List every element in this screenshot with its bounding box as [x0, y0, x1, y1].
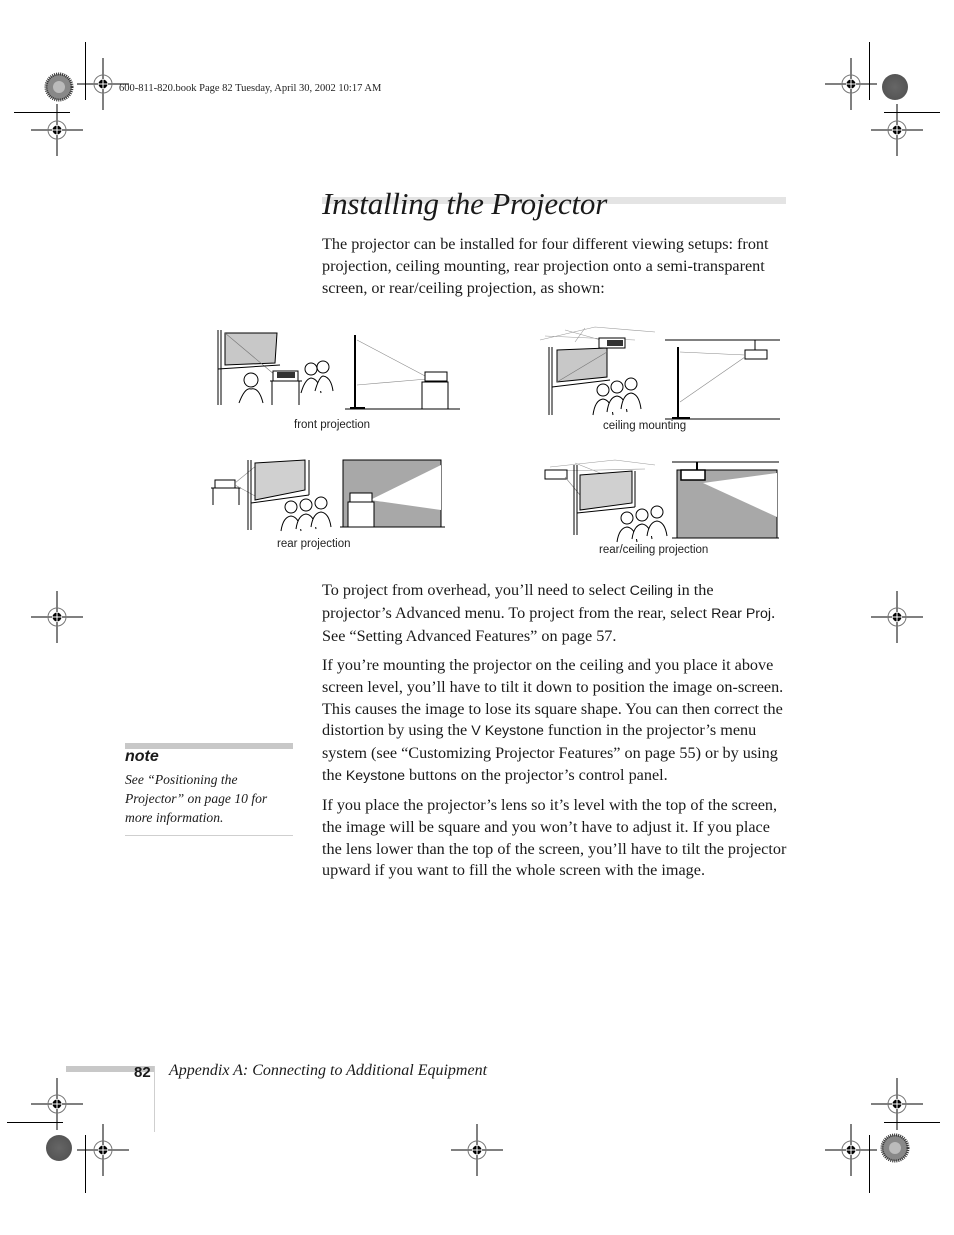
registration-mark [450, 1123, 504, 1177]
rear-projection-illustration [211, 459, 445, 532]
figure-caption: front projection [294, 419, 371, 431]
registration-mark [824, 57, 878, 111]
page-number: 82 [134, 1064, 151, 1081]
intro-paragraph: The projector can be installed for four … [322, 235, 769, 297]
registration-mark [30, 590, 84, 644]
gray-target [46, 1135, 72, 1161]
registration-mark [824, 1123, 878, 1177]
ui-term-v-keystone: V Keystone [471, 723, 544, 740]
ceiling-mounting-illustration [539, 326, 780, 420]
star-target [44, 72, 74, 102]
ui-term-keystone: Keystone [345, 767, 405, 784]
gray-target [882, 74, 908, 100]
rear-ceiling-projection-illustration [544, 459, 779, 543]
figure-caption: rear projection [277, 538, 351, 550]
registration-mark [76, 1123, 130, 1177]
ui-term-ceiling: Ceiling [629, 583, 674, 599]
paragraph-keystone: If you’re mounting the projector on the … [322, 656, 784, 784]
paragraph-lens-level: If you place the projector’s lens so it’… [322, 796, 787, 880]
figure-caption: rear/ceiling projection [599, 544, 709, 556]
footer-divider [154, 1066, 155, 1132]
note-label: note [125, 748, 159, 765]
paragraph-settings: To project from overhead, you’ll need to… [322, 581, 776, 645]
front-projection-illustration [217, 330, 460, 410]
note-text: See “Positioning the Projector” on page … [125, 772, 268, 826]
registration-mark [870, 590, 924, 644]
star-target [880, 1133, 910, 1163]
ui-term-rear-proj: Rear Proj [711, 605, 772, 622]
figure-caption: ceiling mounting [603, 420, 687, 432]
print-slug: 600-811-820.book Page 82 Tuesday, April … [119, 83, 382, 94]
registration-mark [870, 1077, 924, 1131]
registration-mark [30, 1077, 84, 1131]
page-title: Installing the Projector [322, 186, 608, 221]
note-divider [125, 835, 293, 836]
registration-mark [30, 103, 84, 157]
running-footer-title: Appendix A: Connecting to Additional Equ… [169, 1062, 488, 1079]
registration-mark [870, 103, 924, 157]
